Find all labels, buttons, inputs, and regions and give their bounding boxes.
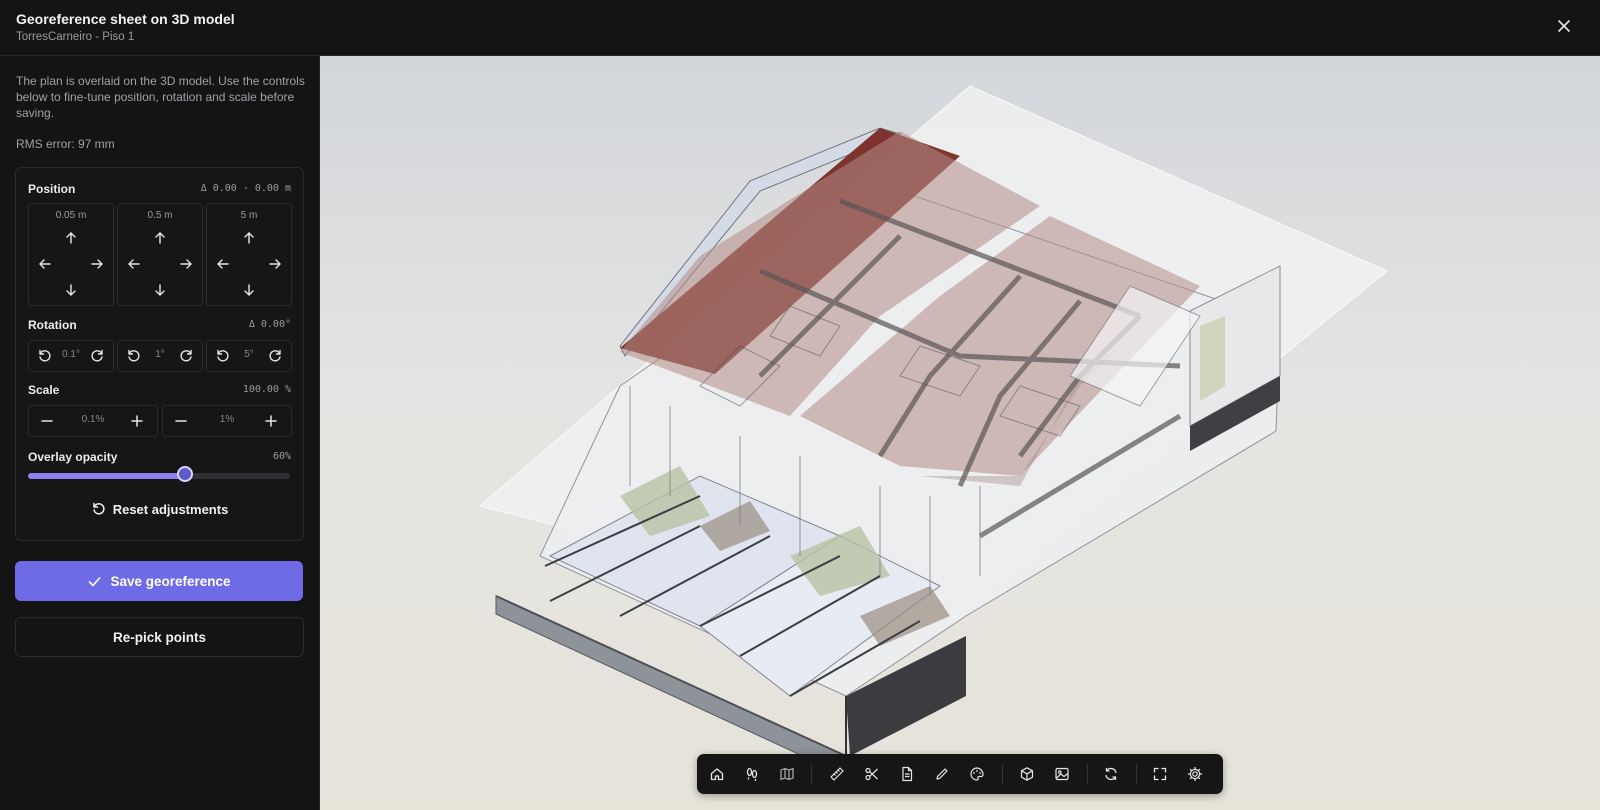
close-icon[interactable] (1552, 14, 1576, 38)
arrow-up-icon[interactable] (61, 228, 81, 248)
scale-control-large: 1% (162, 405, 292, 437)
arrow-right-icon[interactable] (87, 254, 107, 274)
position-pad-large: 5 m (206, 203, 292, 306)
check-icon (89, 576, 101, 586)
map-icon[interactable] (777, 764, 797, 784)
reset-label: Reset adjustments (112, 501, 229, 517)
rotation-control-medium: 1° (117, 340, 203, 372)
home-icon[interactable] (707, 764, 727, 784)
position-pad-medium: 0.5 m (117, 203, 203, 306)
reset-adjustments-button[interactable]: Reset adjustments (16, 499, 303, 519)
arrow-left-icon[interactable] (35, 254, 55, 274)
footprints-icon[interactable] (742, 764, 762, 784)
opacity-value: 60% (272, 451, 291, 462)
dialog-header: Georeference sheet on 3D model TorresCar… (0, 0, 1600, 56)
dialog-subtitle: TorresCarneiro - Piso 1 (16, 31, 135, 43)
save-label: Save georeference (110, 573, 231, 589)
arrow-left-icon[interactable] (124, 254, 144, 274)
scale-control-small: 0.1% (28, 405, 158, 437)
opacity-slider-thumb[interactable] (177, 466, 194, 482)
toolbar-divider (1136, 764, 1137, 784)
gear-icon[interactable] (1185, 764, 1205, 784)
plus-icon[interactable] (127, 411, 147, 431)
arrow-up-icon[interactable] (150, 228, 170, 248)
position-step-label: 0.5 m (147, 210, 173, 221)
arrow-down-icon[interactable] (150, 280, 170, 300)
scissors-icon[interactable] (862, 764, 882, 784)
rms-error: RMS error: 97 mm (16, 137, 115, 151)
arrow-left-icon[interactable] (213, 254, 233, 274)
palette-icon[interactable] (967, 764, 987, 784)
rotation-control-small: 0.1° (28, 340, 114, 372)
rotation-delta: Δ 0.00° (248, 319, 291, 330)
scale-label: Scale (28, 383, 60, 397)
arrow-down-icon[interactable] (239, 280, 259, 300)
repick-label: Re-pick points (112, 629, 206, 645)
document-icon[interactable] (897, 764, 917, 784)
pencil-icon[interactable] (932, 764, 952, 784)
save-georeference-button[interactable]: Save georeference (15, 561, 303, 601)
refresh-icon[interactable] (1101, 764, 1121, 784)
fullscreen-icon[interactable] (1150, 764, 1170, 784)
position-step-label: 5 m (240, 210, 258, 221)
cube-icon[interactable] (1017, 764, 1037, 784)
plus-icon[interactable] (261, 411, 281, 431)
repick-points-button[interactable]: Re-pick points (15, 617, 304, 657)
toolbar-divider (1087, 764, 1088, 784)
image-icon[interactable] (1052, 764, 1072, 784)
rotate-cw-icon[interactable] (176, 346, 196, 366)
position-delta: Δ 0.00 · 0.00 m (200, 183, 291, 194)
rotation-control-large: 5° (206, 340, 292, 372)
toolbar-divider (811, 764, 812, 784)
arrow-right-icon[interactable] (176, 254, 196, 274)
arrow-right-icon[interactable] (265, 254, 285, 274)
opacity-slider-fill (28, 473, 186, 479)
opacity-slider[interactable] (28, 466, 290, 482)
position-pad-small: 0.05 m (28, 203, 114, 306)
scale-value: 100.00 % (242, 384, 291, 395)
reset-icon (92, 502, 105, 515)
position-step-label: 0.05 m (55, 210, 87, 221)
rotate-cw-icon[interactable] (265, 346, 285, 366)
intro-text: The plan is overlaid on the 3D model. Us… (16, 74, 305, 120)
sidebar: The plan is overlaid on the 3D model. Us… (0, 56, 320, 810)
dialog-title: Georeference sheet on 3D model (16, 11, 235, 27)
arrow-down-icon[interactable] (61, 280, 81, 300)
model-viewport[interactable] (320, 56, 1600, 810)
ruler-icon[interactable] (827, 764, 847, 784)
adjustments-card: Position Δ 0.00 · 0.00 m 0.05 m 0.5 m 5 … (15, 167, 304, 541)
arrow-up-icon[interactable] (239, 228, 259, 248)
toolbar-divider (1002, 764, 1003, 784)
rotate-cw-icon[interactable] (87, 346, 107, 366)
rotation-label: Rotation (28, 318, 77, 332)
viewer-toolbar (697, 754, 1223, 794)
position-label: Position (28, 182, 76, 196)
opacity-label: Overlay opacity (28, 450, 118, 464)
building-model-render (478, 85, 1388, 779)
